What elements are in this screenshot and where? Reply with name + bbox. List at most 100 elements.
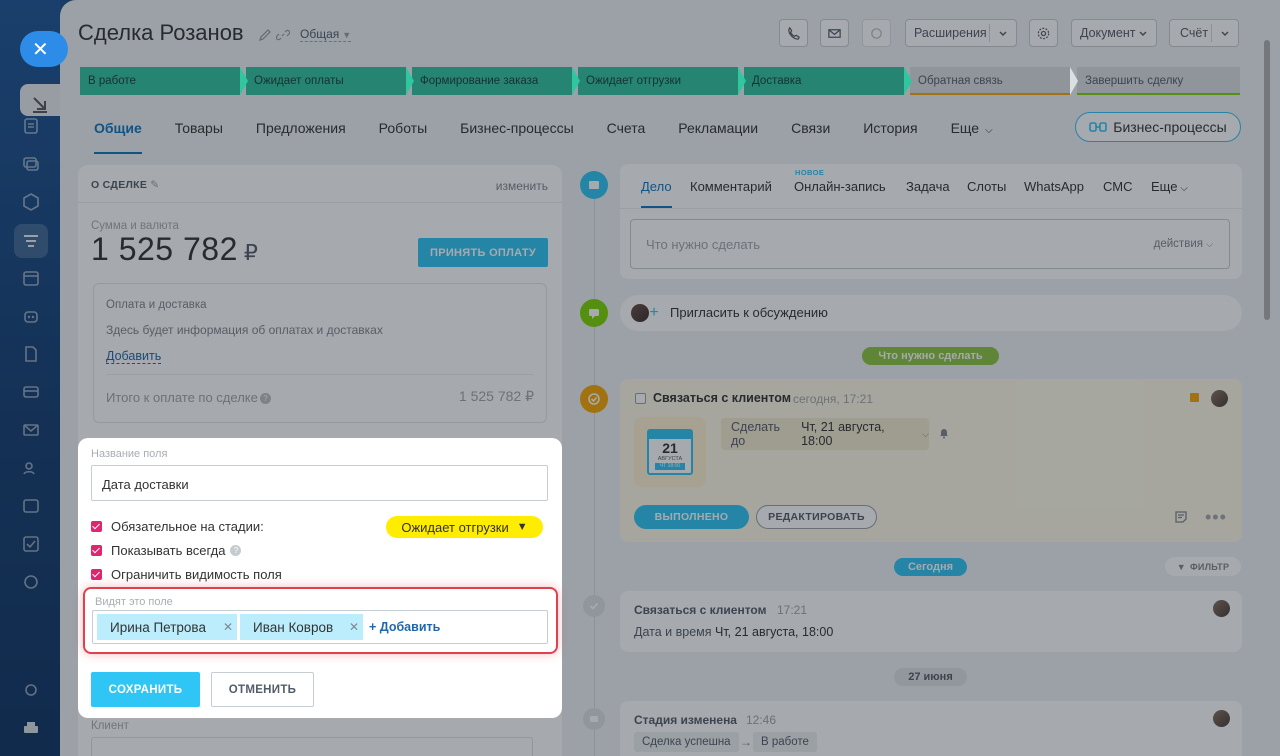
bell-icon[interactable] <box>938 427 950 439</box>
more-icon[interactable]: ••• <box>1205 507 1227 528</box>
robot-icon[interactable] <box>21 306 41 326</box>
history-title: Связаться с клиентом <box>634 603 767 617</box>
calendar-icon[interactable] <box>21 268 41 288</box>
printer-icon[interactable] <box>21 718 41 738</box>
document-label: Документ <box>1080 26 1136 40</box>
composer-tab-4[interactable]: Задача <box>906 179 950 194</box>
pencil-icon[interactable]: ✎ <box>150 179 159 191</box>
note-icon[interactable] <box>1174 510 1188 524</box>
client-field[interactable] <box>91 737 533 756</box>
filter-button[interactable]: ▼ ФИЛЬТР <box>1165 557 1241 576</box>
todo-input[interactable]: Что нужно сделать действия ⌵ <box>630 219 1230 269</box>
add-user-link[interactable]: + Добавить <box>369 620 440 634</box>
visible-users-field[interactable]: Ирина Петрова ✕ Иван Ковров ✕ + Добавить <box>92 610 548 644</box>
required-on-stage-option[interactable]: Обязательное на стадии: <box>91 518 264 534</box>
link-icon[interactable] <box>276 28 290 42</box>
composer-tab-5[interactable]: Слоты <box>967 179 1006 194</box>
email-button[interactable] <box>820 19 849 47</box>
sites-icon[interactable] <box>21 496 41 516</box>
tab-2[interactable]: Товары <box>175 112 223 144</box>
actions-dropdown[interactable]: действия ⌵ <box>1154 238 1213 250</box>
chat-button[interactable] <box>862 19 891 47</box>
extensions-button[interactable]: Расширения <box>905 19 1017 47</box>
deadline-selector[interactable]: Сделать до Чт, 21 августа, 18:00 ⌵ <box>721 418 929 450</box>
file-icon[interactable] <box>21 344 41 364</box>
composer-tab-6[interactable]: WhatsApp <box>1024 179 1084 194</box>
stage-5[interactable]: Доставка <box>744 67 912 95</box>
composer-tab-3[interactable]: Онлайн-запись <box>794 179 886 194</box>
color-flag-icon[interactable] <box>1190 393 1199 402</box>
accept-payment-button[interactable]: ПРИНЯТЬ ОПЛАТУ <box>418 238 548 267</box>
payment-delivery-box: Оплата и доставка Здесь будет информация… <box>93 283 547 423</box>
tab-6[interactable]: Счета <box>607 112 646 144</box>
edit-section-link[interactable]: изменить <box>496 179 548 193</box>
stage-4[interactable]: Ожидает отгрузки <box>578 67 746 95</box>
save-button[interactable]: СОХРАНИТЬ <box>91 672 200 707</box>
business-process-icon <box>1089 122 1108 132</box>
tab-10[interactable]: Еще ⌵ <box>951 112 993 144</box>
tasks-icon[interactable] <box>21 534 41 554</box>
remove-icon[interactable]: ✕ <box>223 620 233 634</box>
chevron-down-icon: ⌵ <box>1206 239 1213 249</box>
chat-icon[interactable] <box>21 154 41 174</box>
required-stage-select[interactable]: Ожидает отгрузки ▼ <box>386 516 543 538</box>
tab-7[interactable]: Рекламации <box>678 112 758 144</box>
hexagon-icon[interactable] <box>21 192 41 212</box>
remove-icon[interactable]: ✕ <box>349 620 359 634</box>
stage-to-chip: В работе <box>753 732 817 752</box>
tab-9[interactable]: История <box>863 112 917 144</box>
help-icon[interactable]: ? <box>230 544 242 556</box>
limit-visibility-label: Ограничить видимость поля <box>111 566 282 582</box>
total-label: Итого к оплате по сделке? <box>106 390 271 405</box>
settings-button[interactable] <box>1029 19 1058 47</box>
call-button[interactable] <box>779 19 808 47</box>
invoice-button[interactable]: Счёт <box>1169 19 1239 47</box>
business-processes-button[interactable]: Бизнес-процессы <box>1075 112 1241 142</box>
crm-filter-icon[interactable] <box>21 231 41 251</box>
stage-3[interactable]: Формирование заказа <box>412 67 580 95</box>
always-show-option[interactable]: Показывать всегда? <box>91 542 242 558</box>
document-button[interactable]: Документ <box>1071 19 1157 47</box>
cancel-button[interactable]: ОТМЕНИТЬ <box>211 672 314 707</box>
done-button[interactable]: ВЫПОЛНЕНО <box>634 505 749 529</box>
composer-tab-7[interactable]: СМС <box>1103 179 1132 194</box>
composer-tab-8[interactable]: Еще ⌵ <box>1151 179 1188 194</box>
help-icon[interactable]: ? <box>259 393 271 404</box>
market-icon[interactable] <box>21 572 41 592</box>
chevron-down-icon: ▼ <box>342 30 352 40</box>
scrollbar[interactable] <box>1264 40 1270 320</box>
card-icon[interactable] <box>21 382 41 402</box>
pencil-icon[interactable] <box>258 28 272 42</box>
edit-task-button[interactable]: РЕДАКТИРОВАТЬ <box>756 505 877 529</box>
document-icon[interactable] <box>21 116 41 136</box>
close-slider-button[interactable]: ✕ <box>20 31 68 67</box>
arrow-right-icon: → <box>740 735 752 749</box>
category-select[interactable]: Общая ▼ <box>300 27 352 42</box>
checkbox-checked[interactable] <box>91 520 102 532</box>
composer-tab-1[interactable]: Дело <box>641 179 672 208</box>
mail-icon[interactable] <box>21 420 41 440</box>
task-checkbox[interactable] <box>635 393 646 404</box>
calendar-badge: 21 АВГУСТА ЧТ 18:00 <box>634 417 706 487</box>
tab-4[interactable]: Роботы <box>379 112 427 144</box>
stage-1[interactable]: В работе <box>80 67 248 95</box>
limit-visibility-option[interactable]: Ограничить видимость поля <box>91 566 282 582</box>
composer-tab-2[interactable]: Комментарий <box>690 179 772 194</box>
payment-add-link[interactable]: Добавить <box>106 349 162 364</box>
invite-to-discussion[interactable]: + Пригласить к обсуждению <box>620 295 1242 331</box>
tab-3[interactable]: Предложения <box>256 112 346 144</box>
tab-1[interactable]: Общие <box>94 112 142 154</box>
download-icon[interactable] <box>30 94 50 114</box>
checkbox-checked[interactable] <box>91 568 102 580</box>
stage-2[interactable]: Ожидает оплаты <box>246 67 414 95</box>
stage-7[interactable]: Завершить сделку <box>1077 67 1240 95</box>
user-tag-label: Ирина Петрова <box>110 619 206 635</box>
stage-label: Формирование заказа <box>420 75 539 87</box>
checkbox-checked[interactable] <box>91 544 102 556</box>
tab-5[interactable]: Бизнес-процессы <box>460 112 573 144</box>
contacts-icon[interactable] <box>21 458 41 478</box>
field-name-input[interactable]: Дата доставки <box>91 465 548 501</box>
stage-6[interactable]: Обратная связь <box>910 67 1078 95</box>
tab-8[interactable]: Связи <box>791 112 830 144</box>
settings-icon[interactable] <box>21 680 41 700</box>
